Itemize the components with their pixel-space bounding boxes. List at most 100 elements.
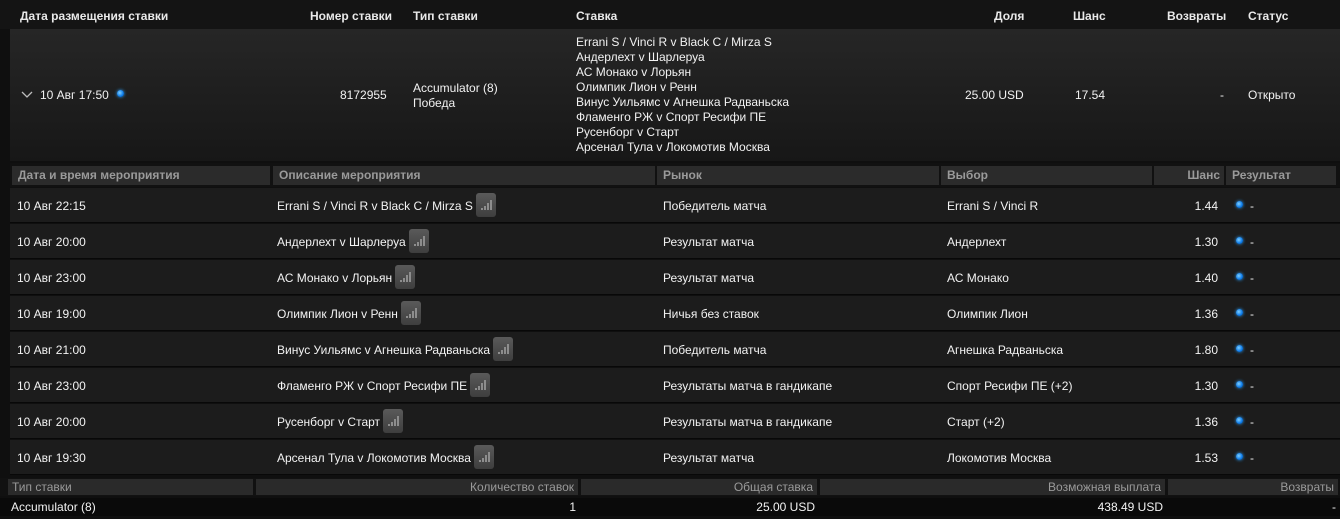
leg-market: Результат матча <box>663 235 754 249</box>
bet-leg: Errani S / Vinci R v Black C / Mirza S <box>576 35 772 49</box>
leg-event-label: Русенборг v Старт <box>277 415 381 429</box>
header-bet-number: Номер ставки <box>310 9 393 23</box>
chevron-down-icon[interactable] <box>21 89 33 101</box>
bar-chart-icon <box>405 308 417 318</box>
summary-row: Accumulator (8) 1 25.00 USD 438.49 USD - <box>0 498 1340 516</box>
table-row: 10 Авг 19:30 Арсенал Тула v Локомотив Мо… <box>10 440 1340 475</box>
header-placed: Дата размещения ставки <box>20 9 169 23</box>
bet-leg: Арсенал Тула v Локомотив Москва <box>576 140 770 154</box>
leg-result: - <box>1250 343 1254 357</box>
stats-button[interactable] <box>473 445 494 469</box>
leg-result: - <box>1250 199 1254 213</box>
bet-leg: Русенборг v Старт <box>576 125 680 139</box>
leg-selection: АС Монако <box>947 271 1009 285</box>
table-row: 10 Авг 23:00 Фламенго РЖ v Спорт Ресифи … <box>10 368 1340 403</box>
leg-event-label: Арсенал Тула v Локомотив Москва <box>277 451 471 465</box>
table-row: 10 Авг 21:00 Винус Уильямс v Агнешка Рад… <box>10 332 1340 367</box>
leg-event-label: Олимпик Лион v Ренн <box>277 307 398 321</box>
table-row: 10 Авг 23:00 АС Монако v Лорьян Результа… <box>10 260 1340 295</box>
stats-button[interactable] <box>408 229 429 253</box>
bet-returns: - <box>1220 88 1224 102</box>
leg-date: 10 Авг 22:15 <box>17 199 86 213</box>
legs-header-selection: Выбор <box>941 166 1152 185</box>
leg-event: Винус Уильямс v Агнешка Радваньска <box>277 337 514 362</box>
leg-odds: 1.30 <box>1194 235 1218 249</box>
stats-button[interactable] <box>395 265 416 289</box>
leg-event-label: Винус Уильямс v Агнешка Радваньска <box>277 343 491 357</box>
leg-market: Результат матча <box>663 451 754 465</box>
leg-selection: Агнешка Радваньска <box>947 343 1064 357</box>
bet-legs-list: Errani S / Vinci R v Black C / Mirza S А… <box>576 35 789 155</box>
stats-button[interactable] <box>475 193 496 217</box>
leg-market: Результаты матча в гандикапе <box>663 379 833 393</box>
legs-header-result: Результат <box>1226 166 1336 185</box>
leg-market: Победитель матча <box>663 199 767 213</box>
stats-button[interactable] <box>493 337 514 361</box>
result-dot-icon <box>1236 417 1243 424</box>
leg-odds: 1.80 <box>1194 343 1218 357</box>
summary-header-count: Количество ставок <box>256 479 578 495</box>
bar-chart-icon <box>475 380 487 390</box>
bet-row[interactable]: 10 Авг 17:50 8172955 Accumulator (8) Поб… <box>10 29 1340 161</box>
leg-odds: 1.36 <box>1194 415 1218 429</box>
leg-odds: 1.44 <box>1194 199 1218 213</box>
leg-date: 10 Авг 23:00 <box>17 379 86 393</box>
leg-event: Олимпик Лион v Ренн <box>277 301 421 326</box>
header-bet-type: Тип ставки <box>413 9 478 23</box>
result-dot-icon <box>1236 381 1243 388</box>
bet-type-sub: Победа <box>413 96 456 110</box>
leg-market: Результаты матча в гандикапе <box>663 415 833 429</box>
bet-leg: Андерлехт v Шарлеруа <box>576 50 705 64</box>
legs-table-header: Дата и время мероприятия Описание меропр… <box>10 163 1340 187</box>
summary-header-potential-payout: Возможная выплата <box>820 479 1165 495</box>
leg-selection: Спорт Ресифи ПЕ (+2) <box>947 379 1073 393</box>
leg-odds: 1.36 <box>1194 307 1218 321</box>
summary-potential-payout: 438.49 USD <box>1097 500 1163 514</box>
summary-bet-type: Accumulator (8) <box>11 500 96 514</box>
bet-number: 8172955 <box>340 88 387 102</box>
bet-leg: Фламенго РЖ v Спорт Ресифи ПЕ <box>576 110 767 124</box>
leg-event: Русенборг v Старт <box>277 409 404 434</box>
status-dot-icon <box>117 90 124 97</box>
leg-event-label: Errani S / Vinci R v Black C / Mirza S <box>277 199 473 213</box>
leg-market: Результат матча <box>663 271 754 285</box>
leg-result: - <box>1250 415 1254 429</box>
leg-selection: Локомотив Москва <box>947 451 1052 465</box>
leg-date: 10 Авг 19:30 <box>17 451 86 465</box>
leg-date: 10 Авг 21:00 <box>17 343 86 357</box>
leg-selection: Errani S / Vinci R <box>947 199 1039 213</box>
leg-result: - <box>1250 451 1254 465</box>
leg-odds: 1.53 <box>1194 451 1218 465</box>
legs-header-description: Описание мероприятия <box>273 166 655 185</box>
legs-header-odds: Шанс <box>1154 166 1224 185</box>
result-dot-icon <box>1236 309 1243 316</box>
result-dot-icon <box>1236 237 1243 244</box>
leg-event-label: Фламенго РЖ v Спорт Ресифи ПЕ <box>277 379 468 393</box>
stats-button[interactable] <box>400 301 421 325</box>
leg-event: Арсенал Тула v Локомотив Москва <box>277 445 494 470</box>
bet-odds: 17.54 <box>1075 88 1106 102</box>
bet-history-header: Дата размещения ставки Номер ставки Тип … <box>0 0 1340 29</box>
bar-chart-icon <box>480 200 492 210</box>
bet-leg: Олимпик Лион v Ренн <box>576 80 697 94</box>
leg-market: Ничья без ставок <box>663 307 759 321</box>
summary-count: 1 <box>569 500 576 514</box>
bet-date: 10 Авг 17:50 <box>40 88 109 102</box>
leg-date: 10 Авг 20:00 <box>17 415 86 429</box>
stats-button[interactable] <box>383 409 404 433</box>
leg-selection: Андерлехт <box>947 235 1007 249</box>
leg-event: Фламенго РЖ v Спорт Ресифи ПЕ <box>277 373 491 398</box>
leg-result: - <box>1250 271 1254 285</box>
summary-returns: - <box>1332 500 1336 514</box>
bet-stake: 25.00 USD <box>965 88 1024 102</box>
header-odds: Шанс <box>1073 9 1106 23</box>
leg-selection: Старт (+2) <box>947 415 1005 429</box>
leg-event: Errani S / Vinci R v Black C / Mirza S <box>277 193 496 218</box>
bet-leg: Винус Уильямс v Агнешка Радваньска <box>576 95 790 109</box>
table-row: 10 Авг 20:00 Русенборг v Старт Результат… <box>10 404 1340 439</box>
stats-button[interactable] <box>470 373 491 397</box>
summary-header-bet-type: Тип ставки <box>8 479 253 495</box>
bar-chart-icon <box>498 344 510 354</box>
leg-odds: 1.30 <box>1194 379 1218 393</box>
bar-chart-icon <box>478 452 490 462</box>
